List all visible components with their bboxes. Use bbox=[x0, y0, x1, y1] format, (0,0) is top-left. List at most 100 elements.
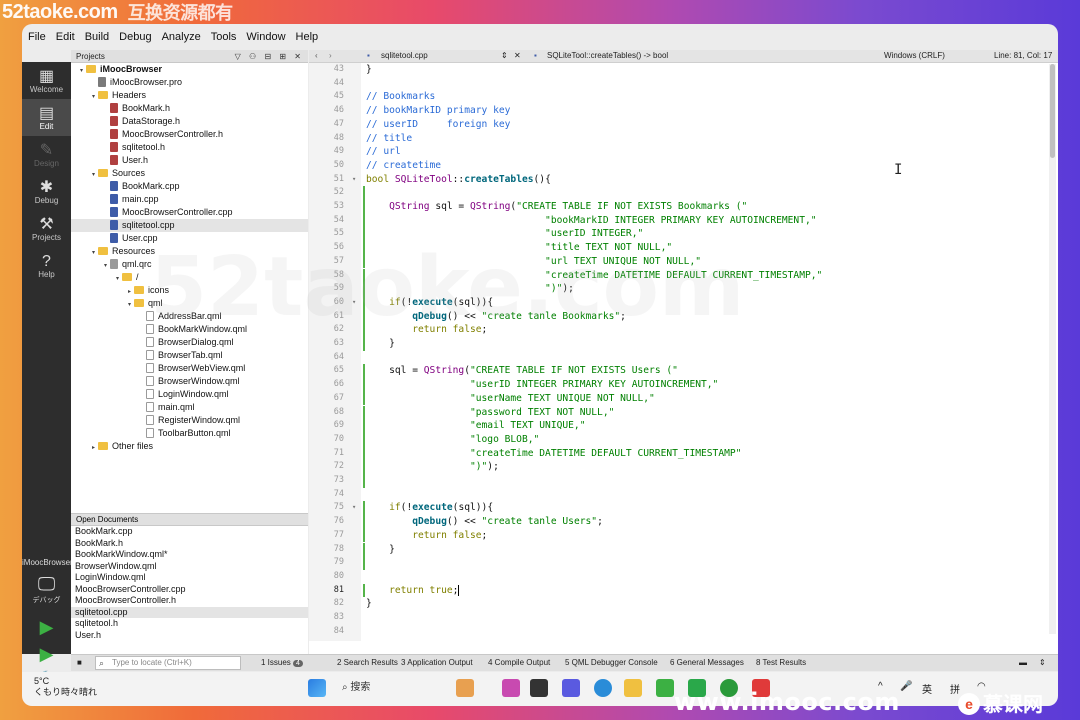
windows-start-icon[interactable] bbox=[308, 679, 326, 697]
mode-projects[interactable]: ⚒ Projects bbox=[22, 210, 71, 247]
tree-item[interactable]: sqlitetool.h bbox=[71, 141, 308, 154]
tree-item[interactable]: BrowserWindow.qml bbox=[71, 375, 308, 388]
tree-item[interactable]: ▾ Headers bbox=[71, 89, 308, 102]
code-text: } bbox=[366, 543, 395, 557]
mode-edit[interactable]: ▤ Edit bbox=[22, 99, 71, 136]
cursor-position[interactable]: Line: 81, Col: 17 bbox=[994, 51, 1052, 60]
mode-debug[interactable]: ✱ Debug bbox=[22, 173, 71, 210]
menu-tools[interactable]: Tools bbox=[205, 29, 241, 47]
tree-item[interactable]: main.cpp bbox=[71, 193, 308, 206]
tree-item[interactable]: MoocBrowserController.cpp bbox=[71, 206, 308, 219]
tree-item[interactable]: BrowserDialog.qml bbox=[71, 336, 308, 349]
tree-item[interactable]: AddressBar.qml bbox=[71, 310, 308, 323]
tree-item[interactable]: BookMark.cpp bbox=[71, 180, 308, 193]
output-pane-tab[interactable]: 1 Issues 4 bbox=[261, 658, 303, 667]
code-token: ; bbox=[620, 310, 626, 322]
open-document-item[interactable]: User.h bbox=[71, 630, 308, 642]
tree-item[interactable]: DataStorage.h bbox=[71, 115, 308, 128]
explorer-icon[interactable] bbox=[624, 679, 642, 697]
output-arrow-icon[interactable]: ⇕ bbox=[1039, 658, 1046, 667]
open-document-item[interactable]: BookMark.cpp bbox=[71, 526, 308, 538]
open-document-item[interactable]: sqlitetool.cpp bbox=[71, 606, 308, 618]
projects-header-controls[interactable]: ▽ ⚇ ⊟ ⊞ ✕ bbox=[235, 50, 304, 63]
tree-item[interactable]: User.cpp bbox=[71, 232, 308, 245]
tree-item[interactable]: ▸ Other files bbox=[71, 440, 308, 453]
editor-scrollbar[interactable] bbox=[1049, 64, 1056, 634]
kit-selector[interactable]: 🖵 デバッグ bbox=[22, 574, 71, 605]
ime-lang[interactable]: 英 bbox=[922, 681, 932, 696]
file-dropdown-icon[interactable]: ⇕ bbox=[501, 51, 508, 60]
tree-item[interactable]: User.h bbox=[71, 154, 308, 167]
output-pane-tab[interactable]: 5 QML Debugger Console bbox=[565, 658, 658, 667]
tree-item[interactable]: ToolbarButton.qml bbox=[71, 427, 308, 440]
tree-item[interactable]: RegisterWindow.qml bbox=[71, 414, 308, 427]
tree-item[interactable]: BrowserWebView.qml bbox=[71, 362, 308, 375]
tree-item[interactable]: BookMark.h bbox=[71, 102, 308, 115]
qt-icon[interactable] bbox=[656, 679, 674, 697]
mic-icon[interactable]: 🎤 bbox=[900, 681, 912, 692]
output-pane-tab[interactable]: 8 Test Results bbox=[756, 658, 806, 667]
nav-back-icon[interactable]: ‹ bbox=[315, 51, 318, 60]
taskbar-search[interactable]: ⌕ 搜索 bbox=[342, 679, 442, 697]
tree-item[interactable]: ▾ Sources bbox=[71, 167, 308, 180]
app-icon-1[interactable] bbox=[456, 679, 474, 697]
toggle-sidebar-icon[interactable]: ■ bbox=[77, 658, 82, 667]
code-token: return false bbox=[412, 529, 482, 541]
output-pane-tab[interactable]: 4 Compile Output bbox=[488, 658, 550, 667]
tree-item[interactable]: main.qml bbox=[71, 401, 308, 414]
open-document-item[interactable]: BookMark.h bbox=[71, 538, 308, 550]
output-pane-tab[interactable]: 2 Search Results bbox=[337, 658, 398, 667]
output-pane-tab[interactable]: 3 Application Output bbox=[401, 658, 473, 667]
mode-design[interactable]: ✎ Design bbox=[22, 136, 71, 173]
menu-edit[interactable]: Edit bbox=[50, 29, 79, 47]
tree-item[interactable]: ▾ iMoocBrowser bbox=[71, 63, 308, 76]
tree-item[interactable]: ▾ qml bbox=[71, 297, 308, 310]
output-pane-tab[interactable]: 6 General Messages bbox=[670, 658, 744, 667]
tree-item[interactable]: LoginWindow.qml bbox=[71, 388, 308, 401]
menu-help[interactable]: Help bbox=[290, 29, 323, 47]
locator-input[interactable]: ⌕ Type to locate (Ctrl+K) bbox=[95, 656, 241, 670]
menu-window[interactable]: Window bbox=[240, 29, 289, 47]
menu-file[interactable]: File bbox=[22, 29, 50, 47]
weather-widget[interactable]: 5°C くもり時々晴れ bbox=[34, 676, 97, 698]
tree-item[interactable]: ▸ icons bbox=[71, 284, 308, 297]
menu-build[interactable]: Build bbox=[79, 29, 113, 47]
menu-debug[interactable]: Debug bbox=[113, 29, 155, 47]
tree-item[interactable]: ▾ / bbox=[71, 271, 308, 284]
nav-forward-icon[interactable]: › bbox=[329, 51, 332, 60]
tree-item[interactable]: ▾ Resources bbox=[71, 245, 308, 258]
tree-item[interactable]: sqlitetool.cpp bbox=[71, 219, 308, 232]
mode-help[interactable]: ? Help bbox=[22, 247, 71, 284]
fold-arrow-icon[interactable]: ▾ bbox=[352, 173, 356, 187]
menu-analyze[interactable]: Analyze bbox=[156, 29, 205, 47]
toggle-progress-icon[interactable]: ▬ bbox=[1019, 658, 1027, 667]
tree-item[interactable]: MoocBrowserController.h bbox=[71, 128, 308, 141]
fold-arrow-icon[interactable]: ▾ bbox=[352, 296, 356, 310]
scrollbar-thumb[interactable] bbox=[1050, 64, 1055, 158]
tree-item[interactable]: BookMarkWindow.qml bbox=[71, 323, 308, 336]
tree-item[interactable]: iMoocBrowser.pro bbox=[71, 76, 308, 89]
mode-welcome[interactable]: ▦ Welcome bbox=[22, 62, 71, 99]
expand-arrow-icon[interactable]: ▸ bbox=[89, 442, 98, 455]
app-icon-2[interactable] bbox=[502, 679, 520, 697]
file-selector[interactable]: sqlitetool.cpp bbox=[381, 51, 428, 60]
open-document-item[interactable]: LoginWindow.qml bbox=[71, 572, 308, 584]
app-icon-3[interactable] bbox=[530, 679, 548, 697]
app-icon-4[interactable] bbox=[562, 679, 580, 697]
open-document-item[interactable]: BookMarkWindow.qml* bbox=[71, 549, 308, 561]
tree-item[interactable]: ▾ qml.qrc bbox=[71, 258, 308, 271]
code-area[interactable]: 43} 44 45// Bookmarks 46// bookMarkID prima… bbox=[309, 63, 1058, 641]
debug-run-icon[interactable]: ▶ bbox=[22, 644, 71, 665]
line-ending-selector[interactable]: Windows (CRLF) bbox=[884, 51, 945, 60]
open-document-item[interactable]: MoocBrowserController.h bbox=[71, 595, 308, 607]
open-document-item[interactable]: BrowserWindow.qml bbox=[71, 561, 308, 573]
symbol-selector[interactable]: SQLiteTool::createTables() -> bool bbox=[547, 51, 668, 60]
run-icon[interactable]: ▶ bbox=[22, 617, 71, 638]
kit-project-label[interactable]: iMoocBrowser bbox=[22, 558, 73, 567]
open-document-item[interactable]: sqlitetool.h bbox=[71, 618, 308, 630]
close-file-icon[interactable]: ✕ bbox=[514, 51, 521, 60]
tree-item[interactable]: BrowserTab.qml bbox=[71, 349, 308, 362]
open-document-item[interactable]: MoocBrowserController.cpp bbox=[71, 584, 308, 596]
fold-arrow-icon[interactable]: ▾ bbox=[352, 501, 356, 515]
edge-icon[interactable] bbox=[594, 679, 612, 697]
